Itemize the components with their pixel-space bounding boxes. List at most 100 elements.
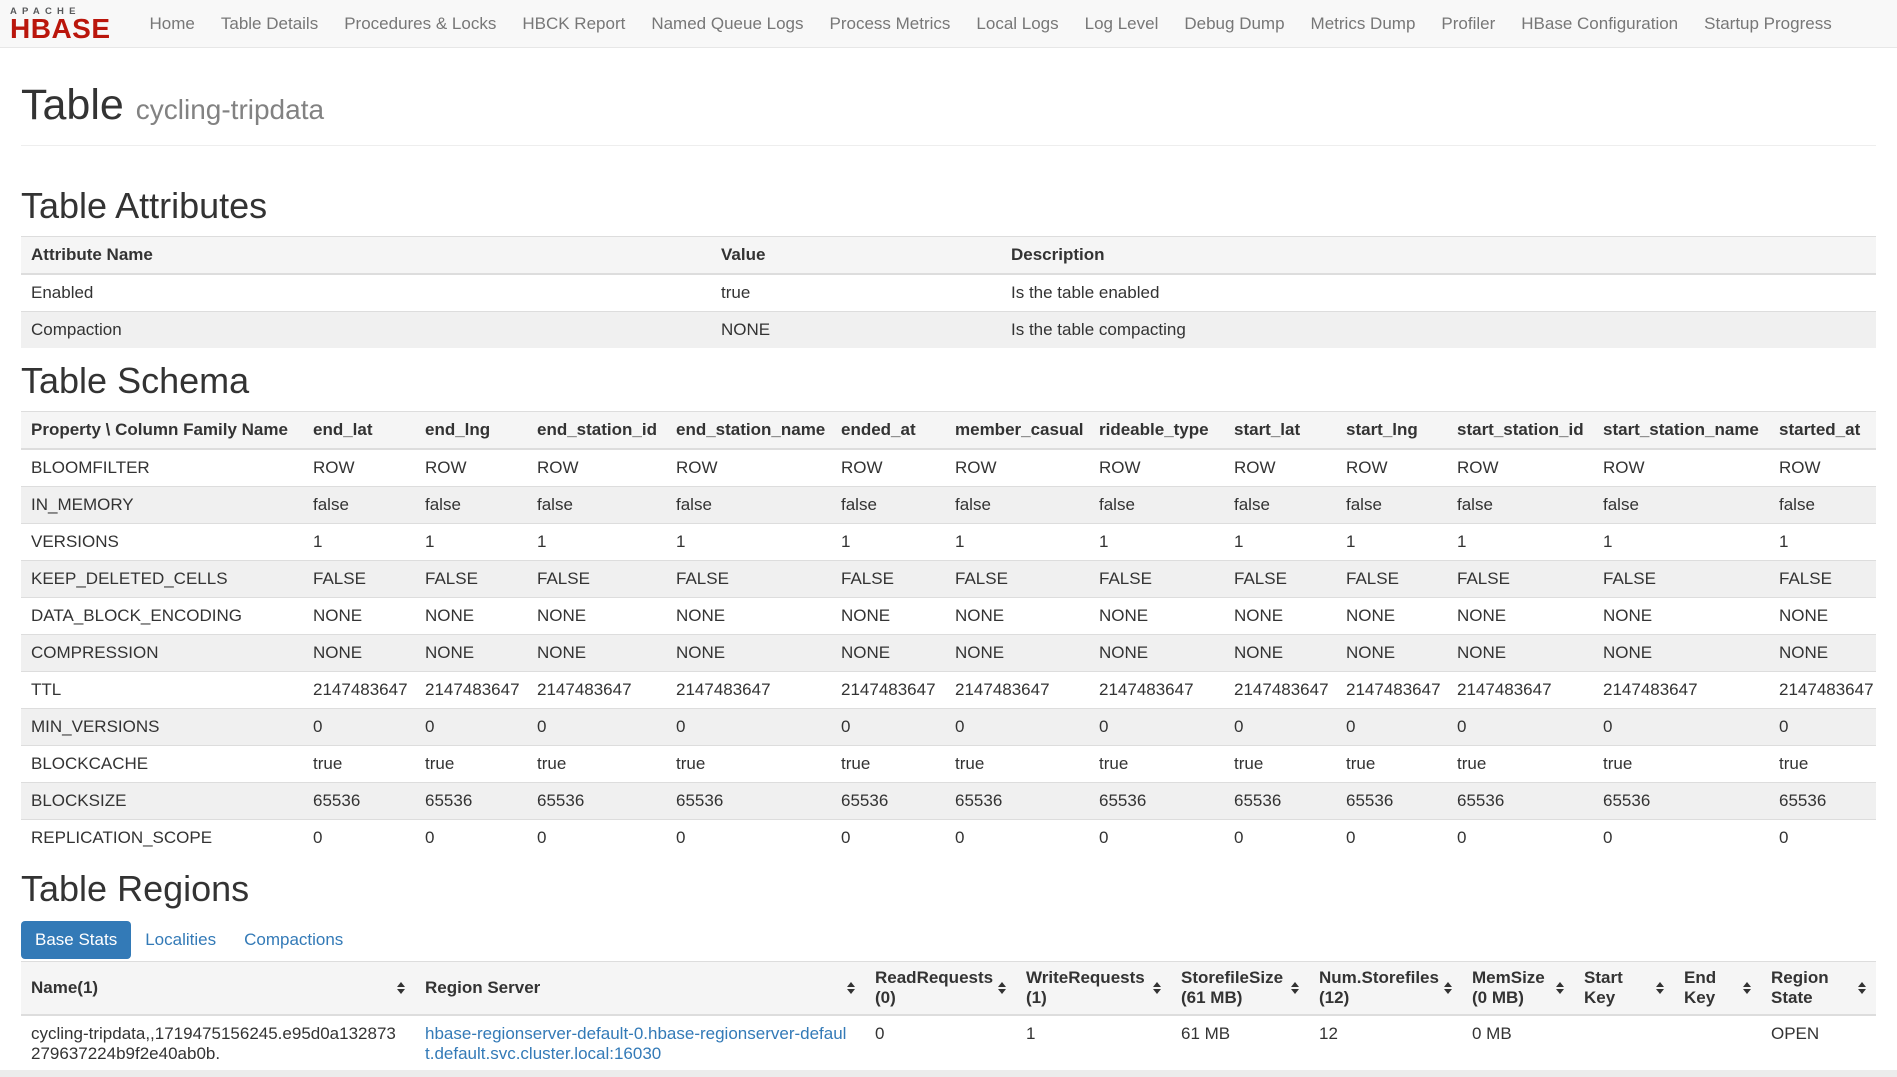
- table-cell: ROW: [1224, 449, 1336, 487]
- tab-base-stats[interactable]: Base Stats: [21, 921, 131, 959]
- table-cell: 0: [666, 709, 831, 746]
- column-header-start-lng: start_lng: [1336, 412, 1447, 450]
- nav-item-table-details[interactable]: Table Details: [208, 0, 331, 47]
- sort-arrows-icon: [1743, 982, 1751, 994]
- table-cell: 0: [1447, 709, 1593, 746]
- schema-property-cell: COMPRESSION: [21, 635, 303, 672]
- sortable-column-header-region-server[interactable]: Region Server: [415, 962, 865, 1016]
- table-cell: FALSE: [527, 561, 666, 598]
- column-header-label: MemSize (0 MB): [1472, 968, 1552, 1008]
- table-cell: false: [1447, 487, 1593, 524]
- nav-item-hbck-report[interactable]: HBCK Report: [509, 0, 638, 47]
- table-cell: 0: [1336, 709, 1447, 746]
- table-cell: ROW: [1089, 449, 1224, 487]
- table-cell: NONE: [666, 635, 831, 672]
- column-header-end-station-name: end_station_name: [666, 412, 831, 450]
- table-row: VERSIONS111111111111: [21, 524, 1876, 561]
- table-cell: NONE: [415, 635, 527, 672]
- page-subtitle: cycling-tripdata: [136, 94, 324, 125]
- region-server-link[interactable]: hbase-regionserver-default-0.hbase-regio…: [425, 1024, 846, 1063]
- attributes-header-row: Attribute NameValueDescription: [21, 237, 1876, 275]
- nav-item-home[interactable]: Home: [137, 0, 208, 47]
- table-cell: ROW: [1336, 449, 1447, 487]
- nav-list-item: Table Details: [208, 0, 331, 47]
- sortable-column-header-readrequests-0[interactable]: ReadRequests (0): [865, 962, 1016, 1016]
- table-cell: true: [1447, 746, 1593, 783]
- sortable-column-header-name-1[interactable]: Name(1): [21, 962, 415, 1016]
- table-cell: true: [1224, 746, 1336, 783]
- table-cell: true: [945, 746, 1089, 783]
- nav-item-debug-dump[interactable]: Debug Dump: [1171, 0, 1297, 47]
- column-header-end-station-id: end_station_id: [527, 412, 666, 450]
- nav-list-item: Procedures & Locks: [331, 0, 509, 47]
- table-cell: NONE: [527, 635, 666, 672]
- table-row: BLOCKCACHEtruetruetruetruetruetruetruetr…: [21, 746, 1876, 783]
- table-cell: 1: [1769, 524, 1876, 561]
- table-cell: true: [831, 746, 945, 783]
- sortable-column-header-num-storefiles-12[interactable]: Num.Storefiles (12): [1309, 962, 1462, 1016]
- table-row: COMPRESSIONNONENONENONENONENONENONENONEN…: [21, 635, 1876, 672]
- column-header-attribute-name: Attribute Name: [21, 237, 711, 275]
- sortable-column-header-end-key[interactable]: End Key: [1674, 962, 1761, 1016]
- column-header-end-lat: end_lat: [303, 412, 415, 450]
- table-cell: FALSE: [1769, 561, 1876, 598]
- sortable-column-header-storefilesize-61-mb[interactable]: StorefileSize (61 MB): [1171, 962, 1309, 1016]
- table-cell: NONE: [1224, 598, 1336, 635]
- nav-item-procedures-locks[interactable]: Procedures & Locks: [331, 0, 509, 47]
- nav-list-item: Named Queue Logs: [638, 0, 816, 47]
- tab-compactions[interactable]: Compactions: [230, 921, 357, 959]
- table-cell: NONE: [1089, 598, 1224, 635]
- nav-item-local-logs[interactable]: Local Logs: [963, 0, 1071, 47]
- hbase-logo[interactable]: APACHE HBASE: [10, 6, 111, 41]
- table-cell: NONE: [1447, 598, 1593, 635]
- schema-property-cell: MIN_VERSIONS: [21, 709, 303, 746]
- table-cell: Compaction: [21, 312, 711, 349]
- nav-item-profiler[interactable]: Profiler: [1428, 0, 1508, 47]
- horizontal-scrollbar[interactable]: [0, 1070, 1897, 1077]
- table-cell: Is the table enabled: [1001, 274, 1876, 312]
- sortable-column-header-start-key[interactable]: Start Key: [1574, 962, 1674, 1016]
- table-cell: NONE: [1336, 598, 1447, 635]
- nav-item-log-level[interactable]: Log Level: [1072, 0, 1172, 47]
- table-cell: false: [945, 487, 1089, 524]
- table-cell: NONE: [666, 598, 831, 635]
- sortable-column-header-region-state[interactable]: Region State: [1761, 962, 1876, 1016]
- table-cell: 0: [527, 820, 666, 857]
- table-cell: 0: [415, 709, 527, 746]
- table-cell: NONE: [303, 598, 415, 635]
- table-cell: false: [831, 487, 945, 524]
- nav-item-hbase-configuration[interactable]: HBase Configuration: [1508, 0, 1691, 47]
- regions-tabs: Base StatsLocalitiesCompactions: [21, 921, 1876, 959]
- tab-localities[interactable]: Localities: [131, 921, 230, 959]
- nav-item-process-metrics[interactable]: Process Metrics: [816, 0, 963, 47]
- table-cell: 61 MB: [1171, 1015, 1309, 1072]
- schema-property-cell: DATA_BLOCK_ENCODING: [21, 598, 303, 635]
- sortable-column-header-memsize-0-mb[interactable]: MemSize (0 MB): [1462, 962, 1574, 1016]
- column-header-label: Region State: [1771, 968, 1854, 1008]
- attributes-heading: Table Attributes: [21, 186, 1876, 226]
- column-header-label: Name(1): [31, 978, 98, 998]
- sortable-column-header-writerequests-1[interactable]: WriteRequests (1): [1016, 962, 1171, 1016]
- page-title-text: Table: [21, 81, 124, 129]
- table-cell: 2147483647: [1447, 672, 1593, 709]
- table-row: TTL2147483647214748364721474836472147483…: [21, 672, 1876, 709]
- nav-menu: HomeTable DetailsProcedures & LocksHBCK …: [137, 0, 1845, 47]
- table-cell: 65536: [1447, 783, 1593, 820]
- table-cell: NONE: [831, 635, 945, 672]
- table-cell: true: [1336, 746, 1447, 783]
- table-cell: 0: [1224, 820, 1336, 857]
- table-row: EnabledtrueIs the table enabled: [21, 274, 1876, 312]
- table-cell: false: [1769, 487, 1876, 524]
- nav-item-metrics-dump[interactable]: Metrics Dump: [1298, 0, 1429, 47]
- table-cell: NONE: [527, 598, 666, 635]
- nav-list-item: Local Logs: [963, 0, 1071, 47]
- table-cell: 0: [415, 820, 527, 857]
- table-cell: ROW: [1593, 449, 1769, 487]
- table-cell: NONE: [945, 635, 1089, 672]
- nav-item-startup-progress[interactable]: Startup Progress: [1691, 0, 1845, 47]
- nav-item-named-queue-logs[interactable]: Named Queue Logs: [638, 0, 816, 47]
- nav-list-item: Process Metrics: [816, 0, 963, 47]
- table-cell: 0: [1089, 820, 1224, 857]
- table-cell: 0: [945, 820, 1089, 857]
- table-cell: 0: [303, 709, 415, 746]
